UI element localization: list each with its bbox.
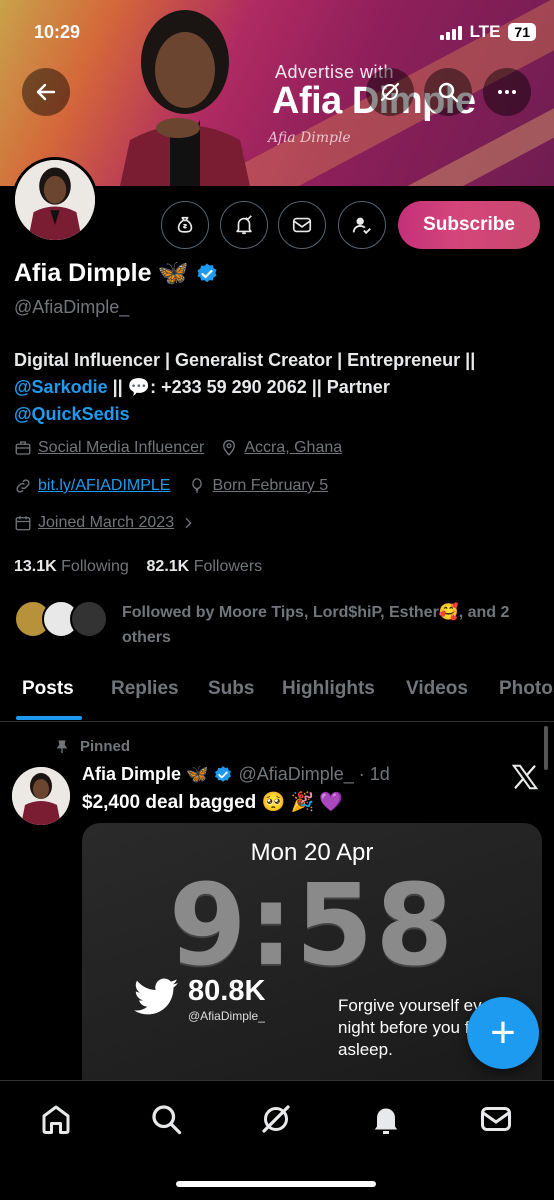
- profile-tabs: Posts Replies Subs Highlights Videos Pho…: [0, 660, 554, 722]
- search-icon: [438, 82, 459, 103]
- profile-category[interactable]: Social Media Influencer: [38, 439, 204, 457]
- more-dots-icon: [498, 90, 516, 94]
- profile-location[interactable]: Accra, Ghana: [244, 439, 342, 457]
- profile-avatar[interactable]: [12, 157, 98, 243]
- back-arrow-icon: [36, 83, 56, 101]
- network-label: LTE: [469, 22, 501, 41]
- search-button[interactable]: [424, 68, 472, 116]
- post-author-name[interactable]: Afia Dimple: [82, 764, 181, 785]
- home-indicator: [176, 1181, 376, 1187]
- bottom-nav: [0, 1080, 554, 1200]
- tab-highlights[interactable]: Highlights: [282, 678, 375, 700]
- nav-messages[interactable]: [478, 1101, 514, 1137]
- nav-home[interactable]: [38, 1101, 74, 1137]
- profile-meta-row1: Social Media Influencer Accra, Ghana: [14, 439, 342, 457]
- profile-website[interactable]: bit.ly/AFIADIMPLE: [38, 477, 170, 495]
- link-icon: [16, 479, 30, 493]
- bell-icon: [374, 1108, 398, 1134]
- tab-posts[interactable]: Posts: [22, 678, 74, 700]
- tab-videos[interactable]: Videos: [406, 678, 468, 700]
- profile-birthday: Born February 5: [212, 477, 329, 494]
- bio-line1: Digital Influencer | Generalist Creator …: [14, 350, 476, 370]
- message-button[interactable]: [278, 201, 326, 249]
- media-stat-handle: @AfiaDimple_: [188, 1009, 265, 1023]
- pinned-label: Pinned: [54, 738, 130, 755]
- post-text: $2,400 deal bagged 🥺 🎉 💜: [82, 792, 344, 813]
- followed-by-text: Followed by Moore Tips, Lord$hiP, Esther…: [122, 604, 510, 646]
- post-author-emoji: 🦋: [186, 764, 209, 784]
- pinned-text: Pinned: [80, 738, 131, 755]
- grok-icon: [380, 82, 400, 102]
- tip-button[interactable]: [161, 201, 209, 249]
- follow-counts: 13.1K Following 82.1K Followers: [14, 558, 262, 576]
- tab-subs[interactable]: Subs: [208, 678, 254, 700]
- status-right: LTE 71: [439, 22, 536, 42]
- location-icon: [223, 439, 236, 456]
- bio-mention-sarkodie[interactable]: @Sarkodie: [14, 377, 108, 397]
- profile-bio: Digital Influencer | Generalist Creator …: [14, 347, 544, 428]
- profile-meta-row2: bit.ly/AFIADIMPLE Born February 5: [14, 477, 328, 495]
- verified-badge-icon: [215, 765, 232, 782]
- butterfly-emoji: 🦋: [157, 259, 189, 287]
- money-bag-icon: [177, 216, 193, 233]
- profile-meta-row3[interactable]: Joined March 2023: [14, 514, 196, 532]
- grok-button[interactable]: [366, 68, 414, 116]
- mail-icon: [292, 217, 312, 233]
- search-icon: [152, 1105, 182, 1135]
- following-button[interactable]: [338, 201, 386, 249]
- avatar-image: [15, 160, 95, 240]
- media-stat: 80.8K: [188, 975, 266, 1007]
- pin-icon: [56, 739, 68, 753]
- back-button[interactable]: [22, 68, 70, 116]
- calendar-icon: [15, 516, 31, 531]
- tab-replies[interactable]: Replies: [111, 678, 179, 700]
- scrollbar[interactable]: [544, 726, 548, 770]
- more-button[interactable]: [483, 68, 531, 116]
- tab-photos[interactable]: Photos: [499, 678, 554, 700]
- balloon-icon: [192, 478, 203, 494]
- followers-label: Followers: [193, 558, 263, 575]
- following-link[interactable]: 13.1K Following: [14, 558, 129, 575]
- battery-icon: 71: [508, 23, 536, 41]
- active-tab-indicator: [16, 716, 82, 720]
- profile-handle: @AfiaDimple_: [14, 297, 130, 317]
- notifications-button[interactable]: [220, 201, 268, 249]
- verified-badge-icon[interactable]: [195, 262, 219, 286]
- x-logo-icon[interactable]: [510, 762, 540, 792]
- following-label: Following: [61, 558, 129, 575]
- plus-icon: +: [490, 1008, 516, 1057]
- follower-avatar: [70, 600, 108, 638]
- profile-name: Afia Dimple 🦋: [14, 259, 219, 288]
- media-clock: 9:58: [168, 861, 456, 991]
- chevron-right-icon: [185, 517, 192, 529]
- followers-link[interactable]: 82.1K Followers: [147, 558, 263, 575]
- status-bar: 10:29 LTE 71: [0, 14, 554, 50]
- followed-by[interactable]: Followed by Moore Tips, Lord$hiP, Esther…: [14, 600, 509, 646]
- nav-grok[interactable]: [258, 1101, 294, 1137]
- signal-icon: [439, 24, 462, 40]
- briefcase-icon: [15, 441, 31, 455]
- post-handle-time: @AfiaDimple_ · 1d: [238, 764, 390, 784]
- followers-count: 82.1K: [146, 558, 190, 575]
- post-header: Afia Dimple 🦋 @AfiaDimple_ · 1d: [82, 764, 390, 785]
- profile-name-text: Afia Dimple: [14, 259, 152, 287]
- nav-notifications[interactable]: [368, 1101, 404, 1137]
- status-time: 10:29: [34, 22, 81, 42]
- subscribe-button[interactable]: Subscribe: [398, 201, 540, 249]
- bell-check-icon: [236, 215, 252, 235]
- twitter-bird-icon: [134, 978, 178, 1015]
- following-count: 13.1K: [14, 558, 57, 575]
- nav-search[interactable]: [148, 1101, 184, 1137]
- banner-signature: Afia Dimple: [268, 130, 351, 146]
- post-author-avatar[interactable]: [12, 767, 70, 825]
- home-icon: [42, 1105, 70, 1134]
- grok-icon: [262, 1105, 290, 1133]
- compose-button[interactable]: +: [467, 997, 539, 1069]
- bio-mention-quicksedis[interactable]: @QuickSedis: [14, 404, 130, 424]
- mail-icon: [481, 1107, 511, 1131]
- bio-contact: || 💬: +233 59 290 2062 || Partner: [107, 377, 390, 397]
- profile-joined: Joined March 2023: [38, 514, 175, 531]
- post-avatar-image: [12, 767, 70, 825]
- person-check-icon: [352, 217, 371, 235]
